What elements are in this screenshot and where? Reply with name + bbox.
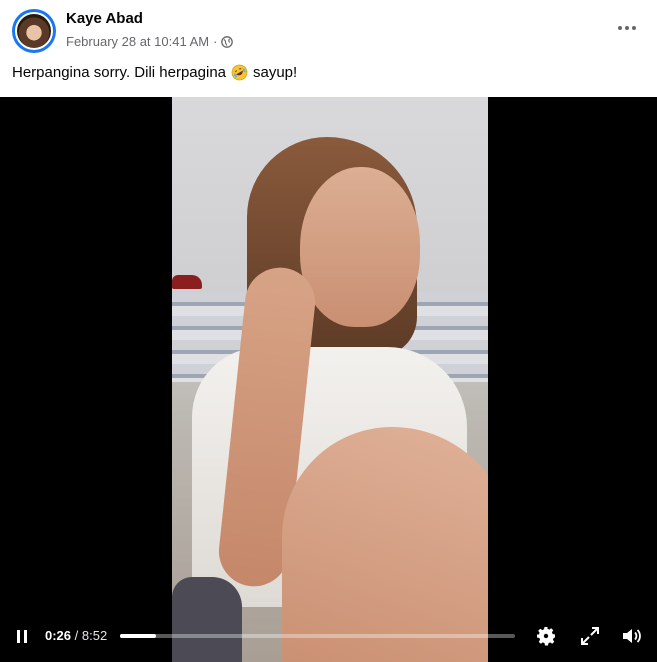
meta-separator: · [213, 34, 218, 49]
pause-icon[interactable] [14, 629, 30, 645]
current-time: 0:26 [45, 628, 72, 643]
globe-icon[interactable] [221, 35, 234, 48]
video-person-face [300, 167, 420, 327]
time-separator: / [74, 628, 79, 643]
video-controls: 0:26 / 8:52 [0, 620, 657, 654]
caption-text-1: Herpangina sorry. Dili herpagina [12, 64, 226, 81]
video-time: 0:26 / 8:52 [45, 628, 107, 643]
video-duration: 8:52 [81, 628, 108, 643]
rolling-on-floor-laughing-emoji-icon [231, 64, 248, 81]
facebook-post: Kaye Abad February 28 at 10:41 AM · Herp… [0, 0, 657, 662]
avatar[interactable] [12, 9, 56, 53]
post-header: Kaye Abad February 28 at 10:41 AM · [0, 0, 657, 60]
post-timestamp[interactable]: February 28 at 10:41 AM [66, 34, 209, 49]
post-caption: Herpangina sorry. Dili herpagina sayup! [12, 64, 297, 81]
volume-icon[interactable] [620, 624, 644, 648]
more-options-icon[interactable] [615, 18, 639, 38]
video-player[interactable]: 0:26 / 8:52 [0, 97, 657, 662]
fullscreen-icon[interactable] [578, 624, 602, 648]
progress-bar[interactable] [120, 634, 515, 638]
caption-text-2: sayup! [253, 64, 298, 81]
post-meta: February 28 at 10:41 AM · [66, 34, 234, 49]
progress-fill [120, 634, 156, 638]
gear-icon[interactable] [534, 624, 558, 648]
author-name[interactable]: Kaye Abad [66, 10, 143, 27]
video-red-cloth [172, 275, 202, 289]
avatar-image [15, 12, 53, 50]
video-frame[interactable] [172, 97, 488, 662]
